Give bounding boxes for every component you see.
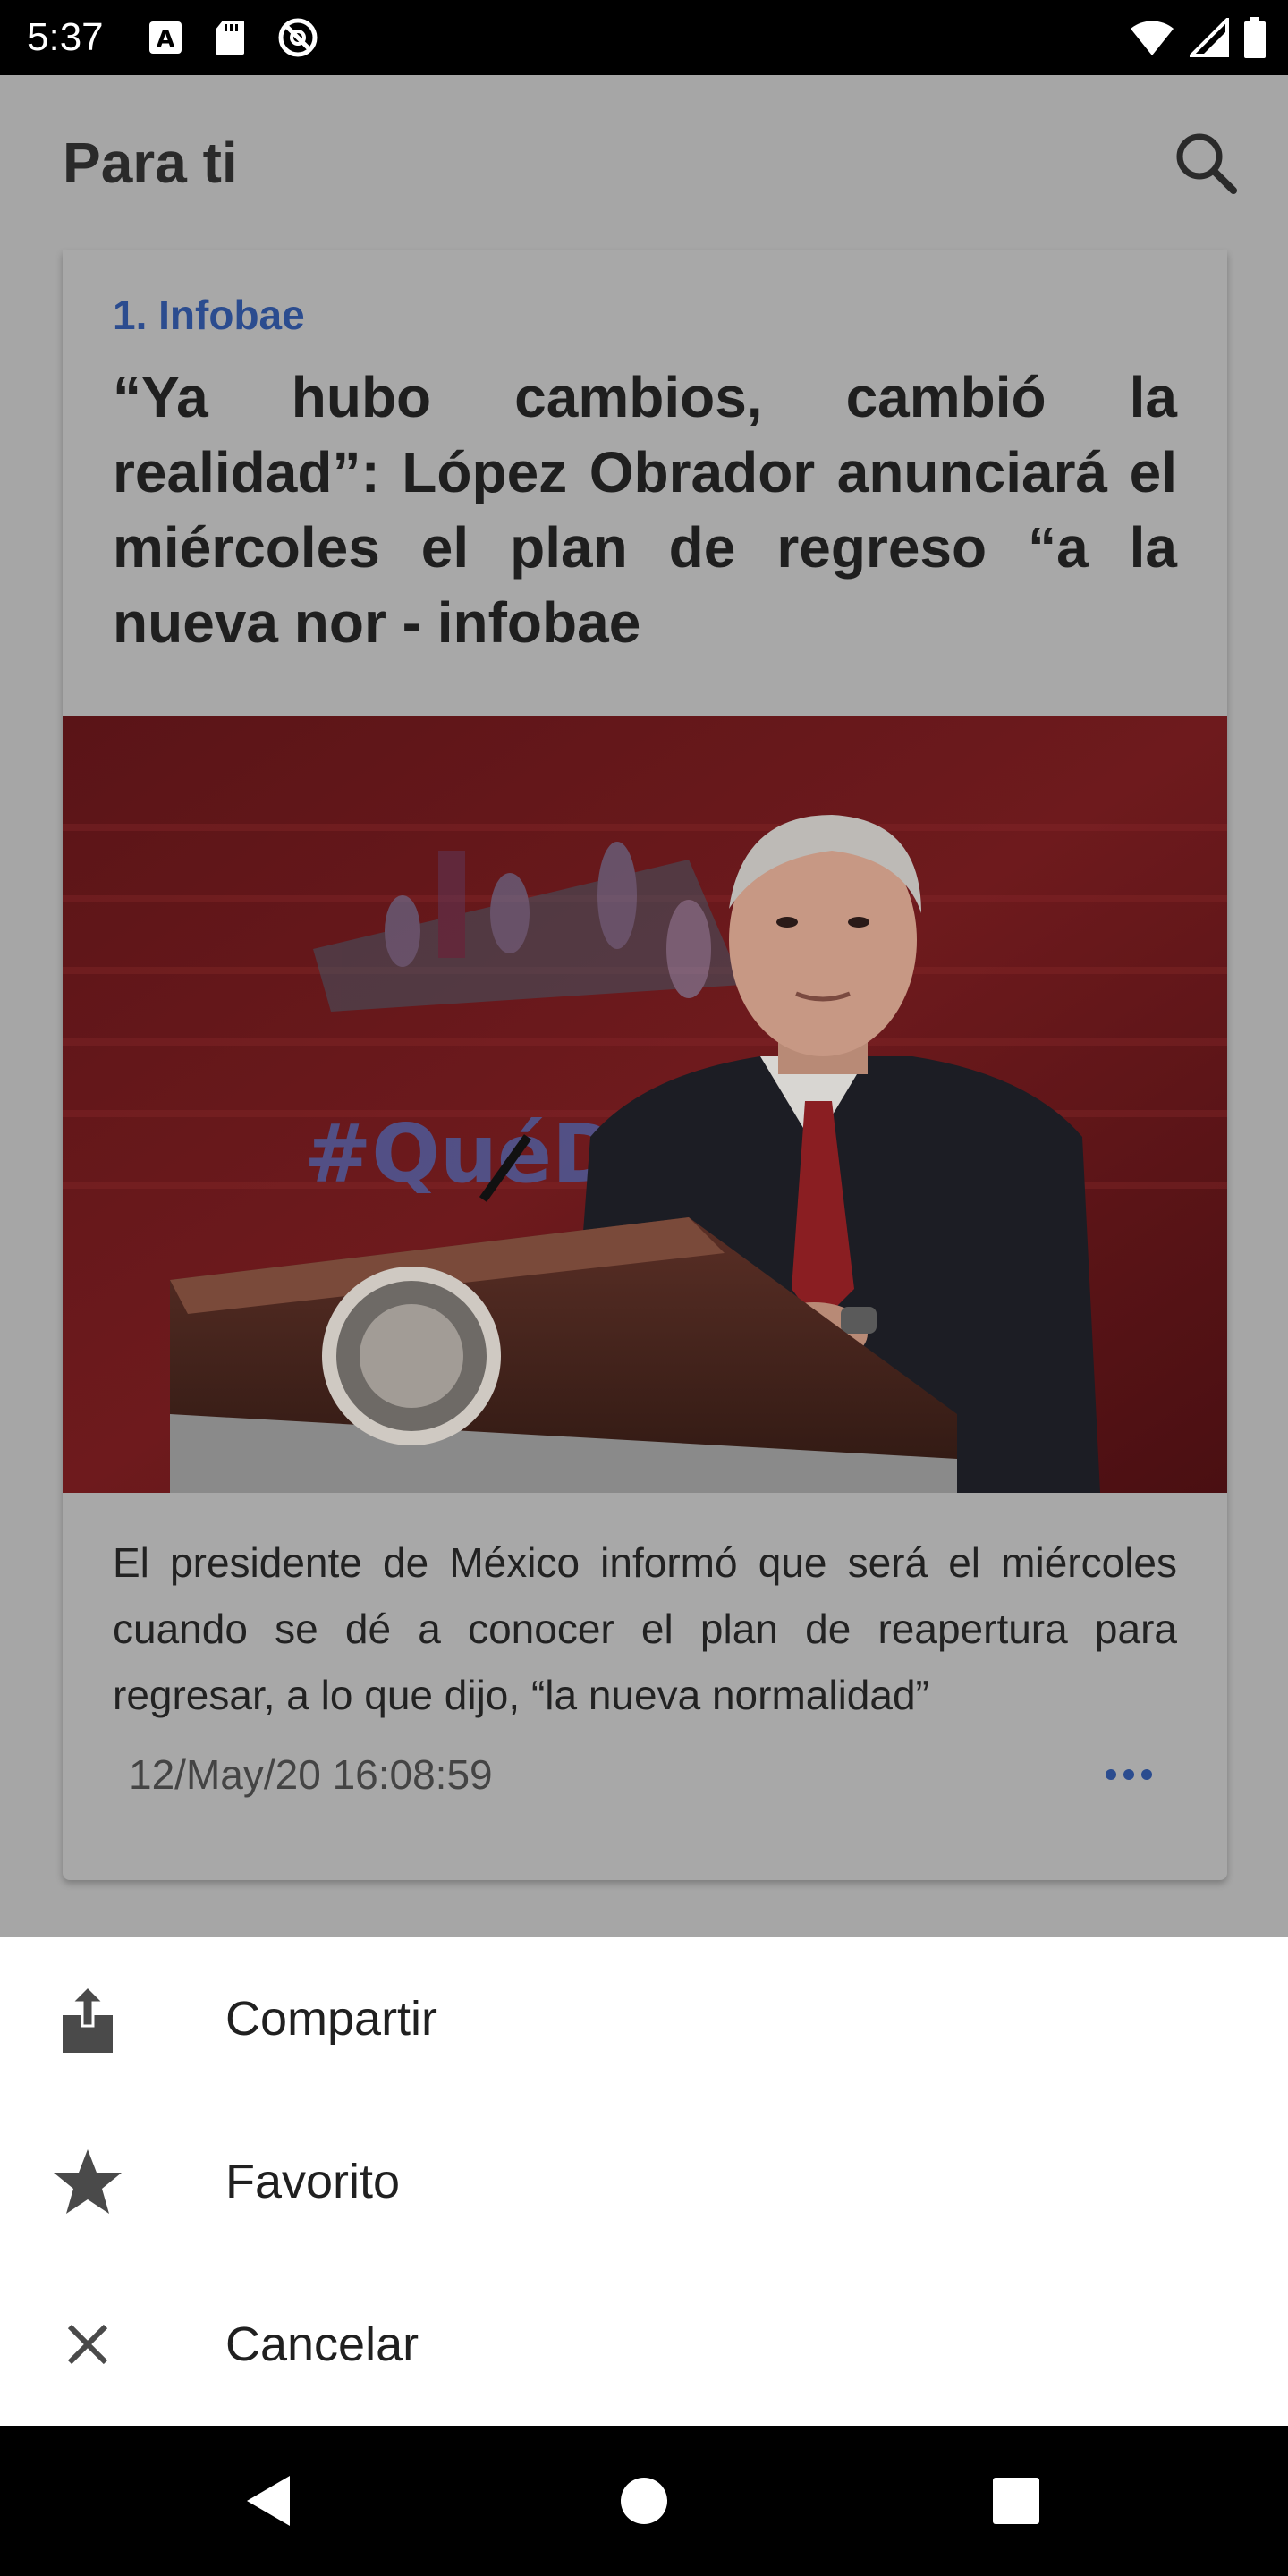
- bottom-sheet-menu: Compartir Favorito Cancelar: [0, 1937, 1288, 2426]
- sd-card-icon: [216, 21, 244, 55]
- status-time: 5:37: [27, 15, 104, 59]
- signal-icon: [1190, 18, 1229, 57]
- share-label: Compartir: [225, 1992, 438, 2046]
- page-title: Para ti: [63, 131, 238, 195]
- system-navigation-bar: [0, 2426, 1288, 2576]
- a-notification-icon: A: [149, 21, 182, 54]
- news-card[interactable]: 1. Infobae “Ya hubo cambios, cambió la r…: [63, 250, 1227, 1880]
- article-date: 12/May/20 16:08:59: [129, 1751, 493, 1798]
- back-button[interactable]: [233, 2465, 304, 2537]
- back-icon: [247, 2476, 290, 2526]
- favorite-menu-item[interactable]: Favorito: [0, 2100, 1288, 2263]
- close-icon: [50, 2307, 125, 2382]
- search-button[interactable]: [1170, 127, 1241, 199]
- do-not-disturb-icon: [278, 18, 318, 57]
- status-icons-left: A: [148, 16, 319, 59]
- app-bar: Para ti: [0, 75, 1288, 250]
- favorite-label: Favorito: [225, 2155, 401, 2208]
- status-bar: 5:37 A: [0, 0, 1288, 75]
- news-feed[interactable]: 1. Infobae “Ya hubo cambios, cambió la r…: [0, 250, 1288, 1937]
- recents-icon: [993, 2478, 1039, 2524]
- more-horizontal-icon: [1106, 1769, 1116, 1780]
- press-conference-photo: #QuéDa: [63, 716, 1227, 1493]
- share-icon: [50, 1981, 125, 2056]
- star-icon: [50, 2144, 125, 2219]
- article-image[interactable]: #QuéDa: [63, 716, 1227, 1493]
- search-icon: [1176, 133, 1237, 194]
- more-options-button[interactable]: [1093, 1750, 1165, 1800]
- battery-icon: [1244, 17, 1266, 58]
- svg-text:A: A: [157, 26, 174, 53]
- status-icons-right: [1129, 14, 1267, 61]
- cancel-menu-item[interactable]: Cancelar: [0, 2263, 1288, 2426]
- home-icon: [621, 2478, 667, 2524]
- cancel-label: Cancelar: [225, 2318, 419, 2371]
- article-summary: El presidente de México informó que será…: [113, 1539, 1177, 1718]
- home-button[interactable]: [608, 2465, 680, 2537]
- article-source: 1. Infobae: [113, 292, 305, 338]
- recents-button[interactable]: [980, 2465, 1052, 2537]
- wifi-icon: [1131, 21, 1174, 56]
- share-menu-item[interactable]: Compartir: [0, 1937, 1288, 2100]
- article-headline[interactable]: “Ya hubo cambios, cambió la realidad”: L…: [113, 360, 1177, 660]
